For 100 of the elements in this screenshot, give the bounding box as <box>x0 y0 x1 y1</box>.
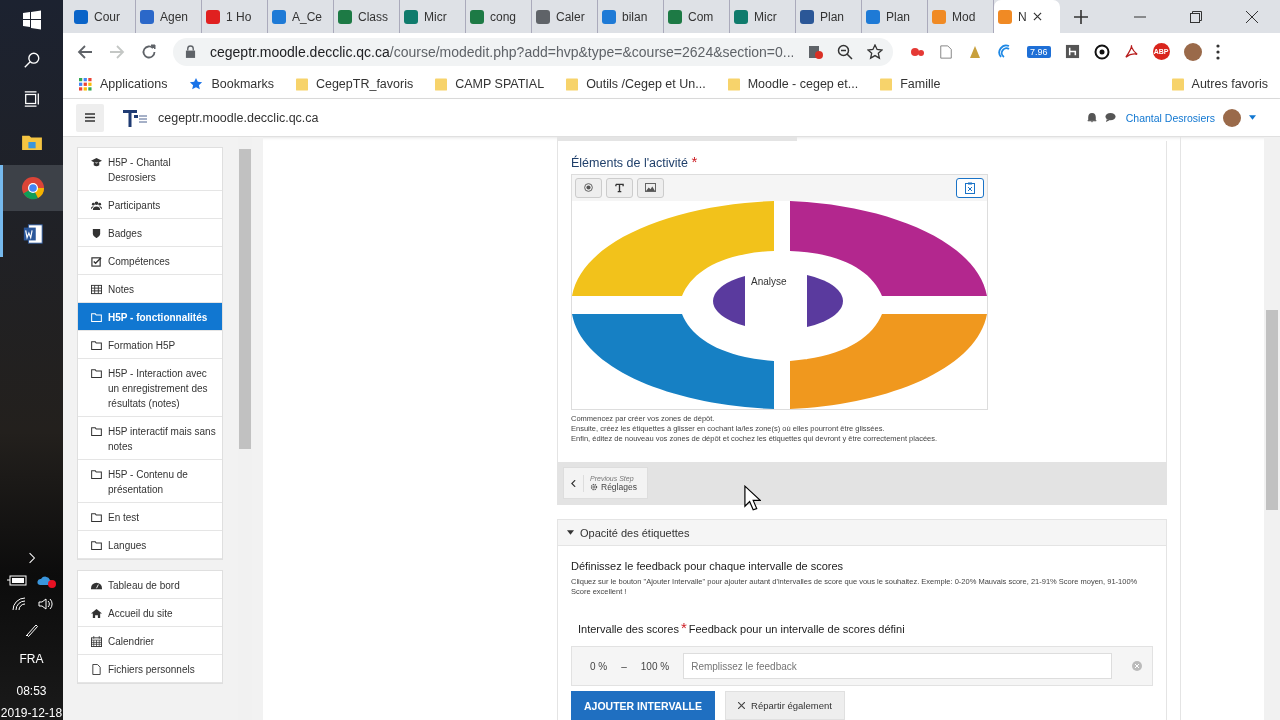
navigation-item[interactable]: H5P - Contenu de présentation <box>78 460 222 503</box>
distribute-button[interactable]: Répartir également <box>725 691 845 720</box>
navigation-item[interactable]: H5P - Interaction avec un enregistrement des résultats (notes) <box>78 359 222 417</box>
navigation-item[interactable]: Compétences <box>78 247 222 275</box>
chevron-icon[interactable] <box>27 552 36 564</box>
bookmark-item[interactable]: Moodle - cegep et... <box>727 76 859 92</box>
pen-icon[interactable] <box>23 622 40 638</box>
search-icon[interactable] <box>22 51 41 69</box>
navigation-item[interactable]: H5P - Chantal Desrosiers <box>78 148 222 191</box>
navigation-item[interactable]: Calendrier <box>78 627 222 655</box>
browser-tab[interactable]: cong <box>466 0 532 33</box>
browser-tab[interactable]: Class <box>334 0 400 33</box>
favicon-icon <box>404 9 418 24</box>
navigation-item[interactable]: Accueil du site <box>78 599 222 627</box>
profile-avatar[interactable] <box>1183 42 1202 61</box>
browser-icon <box>21 176 45 200</box>
navigation-item[interactable]: H5P interactif mais sans notes <box>78 417 222 460</box>
document-icon[interactable] <box>939 43 953 60</box>
image-tool-button[interactable] <box>637 177 664 198</box>
browser-tab[interactable]: 1 Ho <box>202 0 268 33</box>
paste-button[interactable] <box>956 177 984 198</box>
address-bar[interactable]: cegeptr.moodle.decclic.qc.ca/course/modedit.php?add=hvp&type=&course=2624&section=0... <box>173 37 893 66</box>
browser-tab[interactable]: Plan <box>796 0 862 33</box>
back-icon[interactable] <box>77 43 93 60</box>
bookmark-item[interactable]: Bookmarks <box>189 77 274 91</box>
home-icon <box>91 608 102 619</box>
bookmark-item[interactable]: CegepTR_favoris <box>295 76 414 92</box>
star-icon[interactable] <box>867 43 883 60</box>
feedback-field[interactable]: Remplissez le feedback <box>683 653 1112 679</box>
site-name[interactable]: cegeptr.moodle.decclic.qc.ca <box>158 110 319 125</box>
zoom-icon[interactable] <box>837 43 853 60</box>
text-tool-button[interactable] <box>606 177 633 198</box>
users-icon <box>91 200 102 211</box>
page-scrollbar[interactable] <box>1264 137 1280 720</box>
drop-zone-tool-button[interactable] <box>575 177 602 198</box>
add-interval-button[interactable]: AJOUTER INTERVALLE <box>571 691 716 720</box>
bookmark-item[interactable]: Applications <box>79 77 168 91</box>
wifi-icon[interactable] <box>10 596 27 612</box>
menu-icon[interactable] <box>1215 43 1220 60</box>
navigation-item[interactable]: Formation H5P <box>78 331 222 359</box>
pdf-icon[interactable] <box>1123 44 1139 59</box>
bookmark-item[interactable]: Famille <box>880 76 941 92</box>
extension-icon[interactable] <box>1093 43 1110 60</box>
speaker-icon[interactable] <box>36 596 53 612</box>
restore-icon[interactable] <box>1190 10 1202 23</box>
navigation-item[interactable]: H5P - fonctionnalités <box>78 303 222 331</box>
battery-icon[interactable] <box>6 574 27 586</box>
bookmark-item[interactable]: Outils /Cegep et Un... <box>566 76 706 92</box>
section-header[interactable]: Opacité des étiquettes <box>558 520 1166 546</box>
caret-icon[interactable] <box>1249 115 1256 120</box>
browser-tab[interactable]: Caler <box>532 0 598 33</box>
folder-icon <box>91 340 102 351</box>
navigation-item[interactable]: Participants <box>78 191 222 219</box>
navigation-item[interactable]: En test <box>78 503 222 531</box>
language-indicator[interactable]: FRA <box>19 652 44 666</box>
new-tab-icon[interactable] <box>1074 9 1088 24</box>
close-icon <box>738 702 746 709</box>
user-name[interactable]: Chantal Desrosiers <box>1125 111 1215 124</box>
browser-tab[interactable]: Cour <box>70 0 136 33</box>
task-view-icon[interactable] <box>22 90 41 108</box>
clock-date[interactable]: 2019-12-18 <box>0 706 63 720</box>
browser-tab[interactable]: N <box>994 0 1060 33</box>
menu-button[interactable] <box>76 103 104 132</box>
range-separator: – <box>621 660 627 672</box>
logo-icon[interactable] <box>122 107 148 128</box>
section-heading: Définissez le feedback pour chaque intervalle de scores <box>571 560 845 572</box>
chat-icon[interactable] <box>1104 112 1116 123</box>
speed-extension-badge[interactable]: 7.96 <box>1027 45 1051 58</box>
close-icon[interactable] <box>1246 10 1258 23</box>
navigation-item[interactable]: Tableau de bord <box>78 571 222 599</box>
range-end[interactable]: 100 % <box>640 660 670 672</box>
close-icon[interactable] <box>1032 12 1042 21</box>
blocked-icon[interactable] <box>807 43 823 60</box>
range-start[interactable]: 0 % <box>590 660 608 672</box>
navigation-item[interactable]: Badges <box>78 219 222 247</box>
navigation-item[interactable]: Fichiers personnels <box>78 655 222 683</box>
start-icon[interactable] <box>21 10 42 30</box>
cloud-error-icon[interactable] <box>36 574 57 588</box>
favicon-icon <box>140 9 154 24</box>
bookmark-item[interactable]: CAMP SPATIAL <box>435 76 545 92</box>
browser-tab[interactable]: Plan <box>862 0 928 33</box>
notification-bell-icon[interactable] <box>1086 112 1097 123</box>
browser-tab[interactable]: Micr <box>400 0 466 33</box>
reload-icon[interactable] <box>141 43 157 60</box>
extension-icon[interactable] <box>1064 44 1080 59</box>
browser-tab[interactable]: Agen <box>136 0 202 33</box>
browser-tab[interactable]: Micr <box>730 0 796 33</box>
folder-icon <box>295 76 308 92</box>
bookmark-item[interactable]: Autres favoris <box>1171 76 1268 92</box>
browser-tab[interactable]: Com <box>664 0 730 33</box>
folder-icon <box>435 76 448 92</box>
user-avatar[interactable] <box>1223 108 1241 127</box>
mouse-cursor-icon <box>743 484 761 511</box>
browser-tab[interactable]: A_Ce <box>268 0 334 33</box>
favicon-icon <box>800 9 814 24</box>
clock-time[interactable]: 08:53 <box>16 684 47 698</box>
navigation-item[interactable]: Langues <box>78 531 222 559</box>
favicon-icon <box>998 9 1012 24</box>
browser-tab[interactable]: bilan <box>598 0 664 33</box>
required-mark: * <box>680 619 687 636</box>
